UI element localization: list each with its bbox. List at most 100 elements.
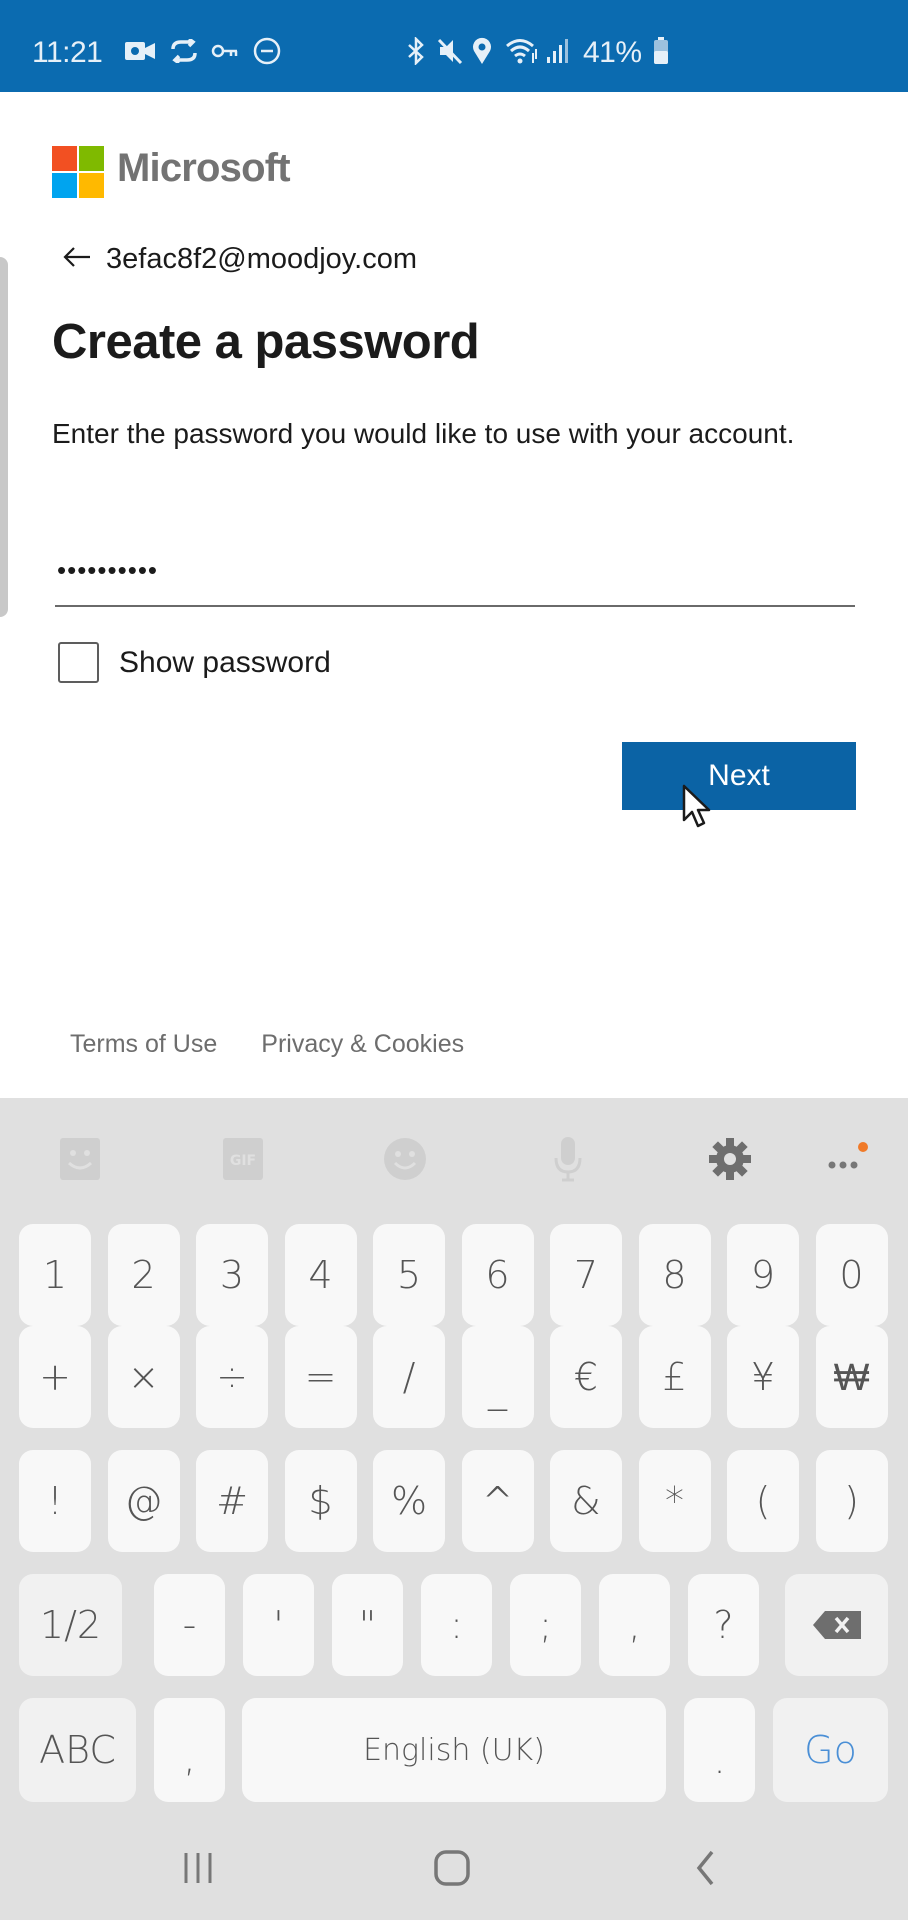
key-row2-2[interactable]: ÷ — [196, 1326, 268, 1428]
backspace-key[interactable] — [785, 1574, 888, 1676]
back-arrow-icon[interactable] — [62, 245, 92, 275]
key-row1-2[interactable]: 3 — [196, 1224, 268, 1326]
key-row4-2[interactable]: " — [332, 1574, 403, 1676]
recent-apps-icon[interactable] — [168, 1838, 228, 1898]
key-label: 5 — [396, 1253, 422, 1297]
key-label: ; — [539, 1603, 552, 1647]
period-key[interactable]: . — [684, 1698, 755, 1802]
page-description: Enter the password you would like to use… — [52, 418, 795, 449]
status-time: 11:21 — [32, 36, 103, 69]
privacy-cookies-link[interactable]: Privacy & Cookies — [261, 1030, 464, 1059]
key-row4-3[interactable]: : — [421, 1574, 492, 1676]
key-row3-5[interactable]: ^ — [461, 1450, 534, 1552]
battery-icon — [652, 37, 670, 64]
do-not-disturb-icon — [252, 37, 282, 65]
key-row1-9[interactable]: 0 — [815, 1224, 888, 1326]
more-options-icon[interactable] — [824, 1136, 870, 1182]
key-row1-8[interactable]: 9 — [727, 1224, 799, 1326]
mute-icon — [436, 38, 464, 65]
key-label: 0 — [839, 1253, 864, 1297]
home-icon[interactable] — [422, 1838, 482, 1898]
space-key[interactable]: English (UK) — [242, 1698, 666, 1802]
back-icon[interactable] — [676, 1838, 736, 1898]
key-row3-0[interactable]: ! — [19, 1450, 91, 1552]
password-input[interactable] — [55, 535, 855, 607]
key-row2-6[interactable]: € — [550, 1326, 622, 1428]
key-row1-1[interactable]: 2 — [107, 1224, 180, 1326]
key-row2-9[interactable]: ₩ — [815, 1326, 888, 1428]
microphone-icon[interactable] — [545, 1136, 591, 1182]
show-password-checkbox[interactable] — [58, 642, 99, 683]
key-row2-0[interactable]: + — [19, 1326, 91, 1428]
key-row3-2[interactable]: # — [196, 1450, 268, 1552]
key-label: . — [713, 1738, 726, 1782]
signal-icon — [544, 38, 572, 64]
show-password-toggle[interactable]: Show password — [58, 642, 331, 683]
key-label: 3 — [219, 1253, 245, 1297]
key-row1-5[interactable]: 6 — [461, 1224, 534, 1326]
key-label: = — [304, 1355, 337, 1399]
battery-percent: 41% — [583, 36, 642, 69]
page-toggle-key[interactable]: 1/2 — [19, 1574, 122, 1676]
abc-key[interactable]: ABC — [19, 1698, 136, 1802]
key-label: £ — [662, 1355, 687, 1399]
vpn-key-icon — [210, 38, 240, 64]
key-row3-3[interactable]: $ — [284, 1450, 357, 1552]
key-row1-6[interactable]: 7 — [550, 1224, 622, 1326]
key-label: ? — [713, 1603, 734, 1647]
next-button[interactable]: Next — [622, 742, 856, 810]
svg-text:GIF: GIF — [230, 1153, 256, 1169]
key-label: 7 — [573, 1253, 599, 1297]
mouse-pointer-icon — [682, 784, 711, 828]
brand-name: Microsoft — [117, 146, 291, 190]
account-email: 3efac8f2@moodjoy.com — [106, 243, 417, 275]
wifi-icon — [504, 38, 540, 64]
on-screen-keyboard: GIF 1 2 3 4 5 6 7 8 9 0 + × ÷ = / _ € £ ¥ ₩! @ # $% ^ & * () 1/2 - ' "… — [0, 1098, 908, 1818]
key-row1-3[interactable]: 4 — [284, 1224, 357, 1326]
key-row2-4[interactable]: / — [373, 1326, 445, 1428]
key-row2-7[interactable]: £ — [638, 1326, 711, 1428]
key-label: & — [571, 1479, 601, 1523]
key-row4-6[interactable]: ? — [688, 1574, 759, 1676]
edge-panel-handle[interactable] — [0, 257, 8, 617]
gif-icon[interactable]: GIF — [220, 1136, 266, 1182]
key-row3-8[interactable]: ( — [727, 1450, 799, 1552]
key-row3-7[interactable]: * — [638, 1450, 711, 1552]
key-row2-1[interactable]: × — [107, 1326, 180, 1428]
key-label: × — [127, 1355, 160, 1399]
key-row2-3[interactable]: = — [284, 1326, 357, 1428]
key-label: - — [182, 1603, 197, 1647]
terms-of-use-link[interactable]: Terms of Use — [70, 1030, 217, 1059]
emoji-icon[interactable] — [382, 1136, 428, 1182]
logo-square-yellow — [79, 173, 104, 198]
key-row1-7[interactable]: 8 — [638, 1224, 711, 1326]
key-row3-4[interactable]: % — [373, 1450, 445, 1552]
key-row3-9[interactable]: ) — [815, 1450, 888, 1552]
key-label: + — [39, 1355, 71, 1399]
key-row3-6[interactable]: & — [550, 1450, 622, 1552]
key-row1-0[interactable]: 1 — [19, 1224, 91, 1326]
key-row4-1[interactable]: ' — [243, 1574, 314, 1676]
status-bar: 11:21 41% — [0, 0, 908, 92]
comma-key[interactable]: , — [154, 1698, 225, 1802]
key-row4-0[interactable]: - — [154, 1574, 225, 1676]
back-to-email-link[interactable]: 3efac8f2@moodjoy.com — [62, 243, 417, 276]
settings-gear-icon[interactable] — [707, 1136, 753, 1182]
video-call-icon — [123, 38, 157, 64]
key-row4-4[interactable]: ; — [510, 1574, 581, 1676]
key-label: 6 — [485, 1253, 510, 1297]
key-row3-1[interactable]: @ — [107, 1450, 180, 1552]
key-label: English (UK) — [363, 1732, 545, 1768]
go-key[interactable]: Go — [773, 1698, 888, 1802]
key-label: Go — [804, 1728, 857, 1772]
key-row1-4[interactable]: 5 — [373, 1224, 445, 1326]
page-title: Create a password — [52, 315, 480, 369]
key-label: 9 — [750, 1253, 776, 1297]
sticker-icon[interactable] — [57, 1136, 103, 1182]
key-row2-8[interactable]: ¥ — [727, 1326, 799, 1428]
key-row2-5[interactable]: _ — [461, 1326, 534, 1428]
key-label: / — [402, 1355, 416, 1399]
key-row4-5[interactable]: , — [599, 1574, 670, 1676]
key-label: ' — [273, 1603, 284, 1647]
key-label: $ — [308, 1479, 333, 1523]
